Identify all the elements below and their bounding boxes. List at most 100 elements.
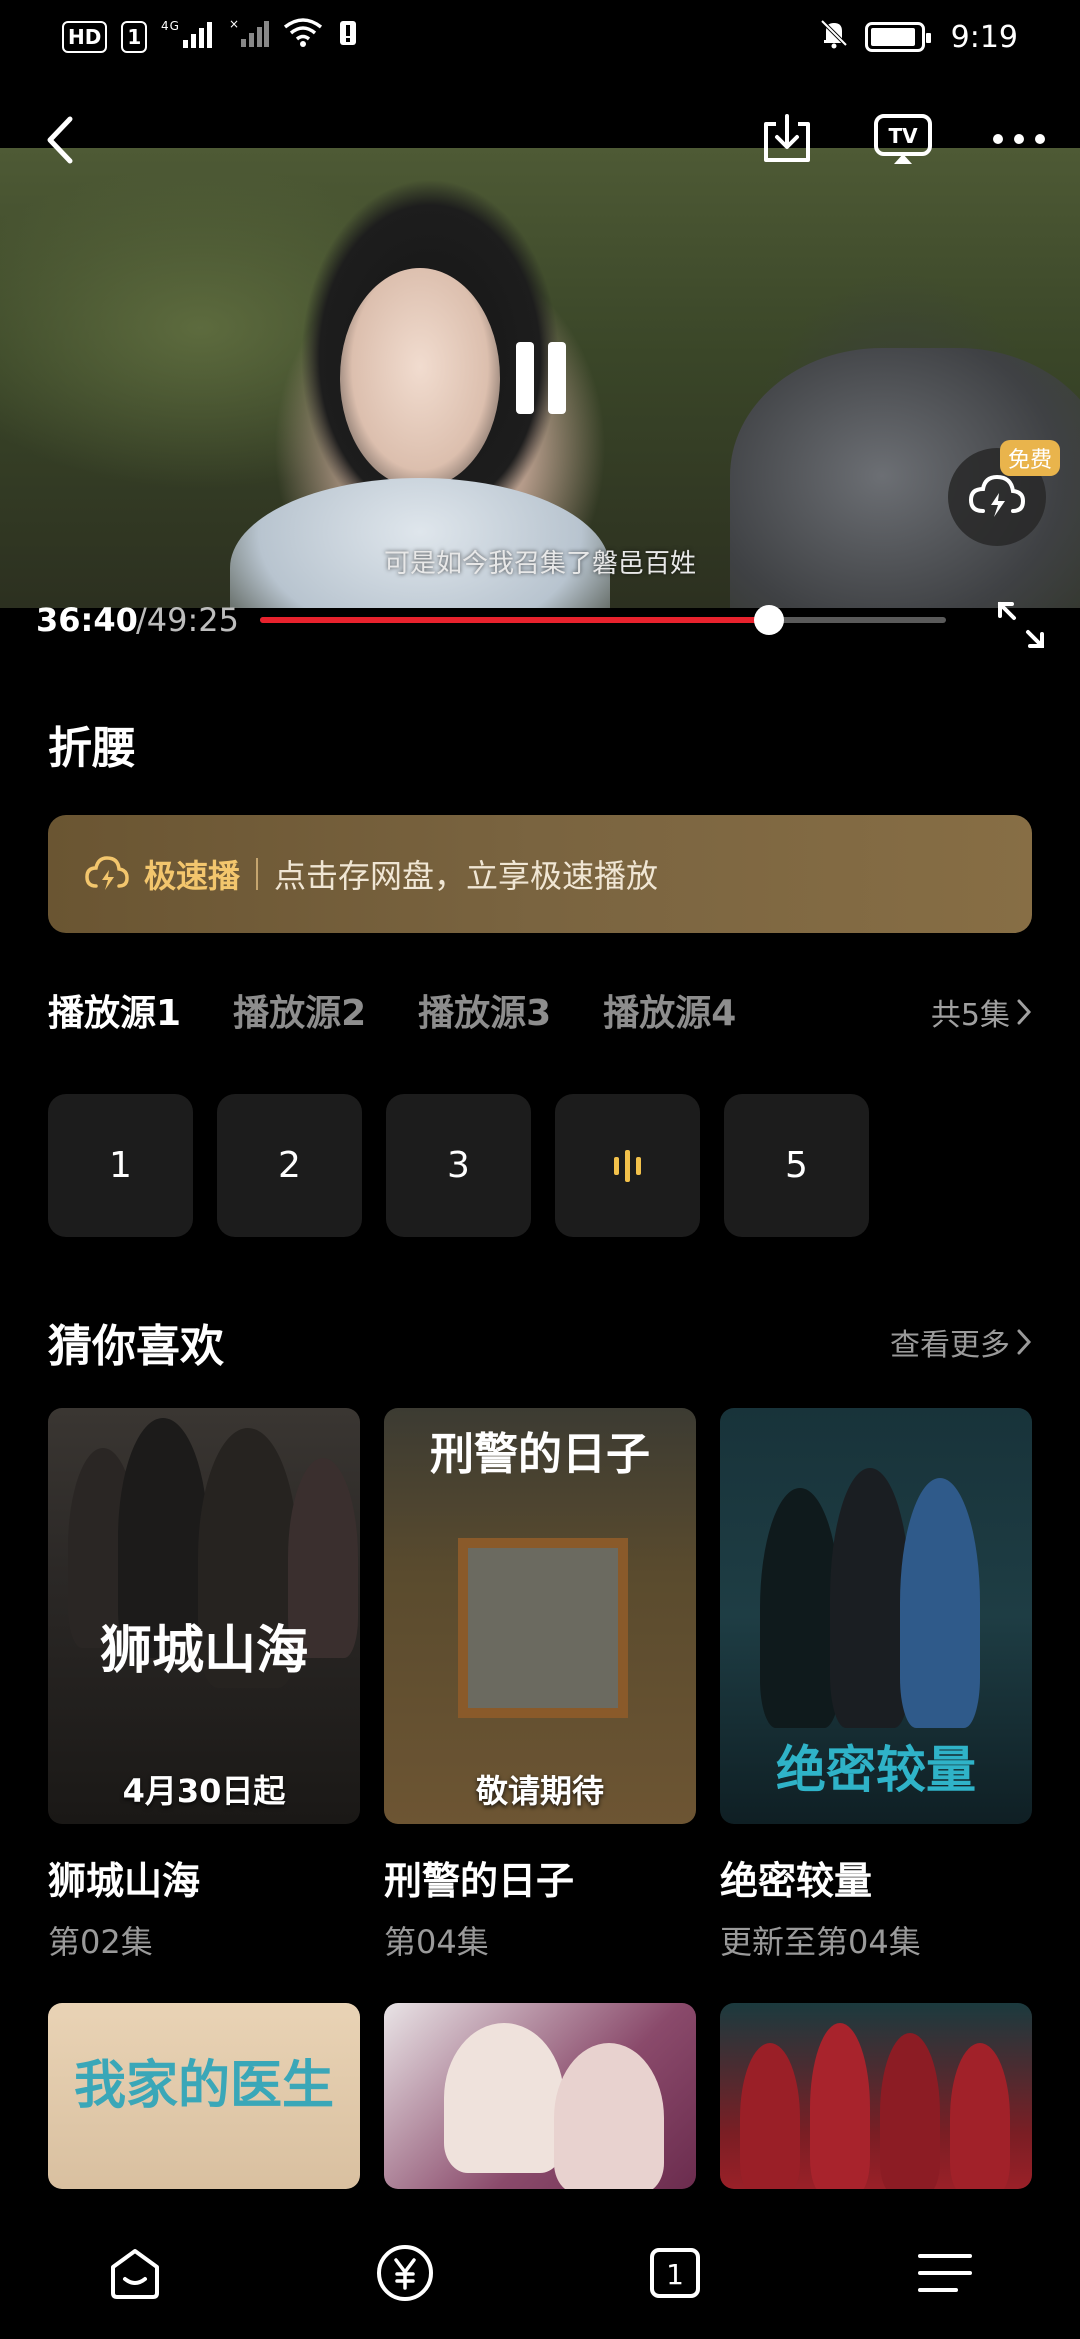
poster-image: 刑警的日子 敬请期待 <box>384 1408 696 1824</box>
episode-button-playing[interactable] <box>555 1094 700 1237</box>
battery-icon <box>864 22 931 52</box>
recommend-header: 猜你喜欢 查看更多 <box>48 1310 1032 1374</box>
see-more-link[interactable]: 查看更多 <box>890 1320 1032 1364</box>
bell-muted-icon <box>817 16 851 58</box>
banner-text: 点击存网盘，立享极速播放 <box>274 857 659 895</box>
progress-row: 36:40 /49:25 <box>0 596 1080 648</box>
card-title: 刑警的日子 <box>384 1859 575 1903</box>
tab-source-3[interactable]: 播放源3 <box>418 984 551 1036</box>
episode-button[interactable]: 1 <box>48 1094 193 1237</box>
cast-tv-button[interactable]: TV <box>872 108 934 170</box>
nav-coin-button[interactable] <box>370 2238 440 2308</box>
chevron-right-icon <box>1017 999 1032 1025</box>
tab-count-icon: 1 <box>650 2248 700 2298</box>
download-icon <box>764 114 810 162</box>
cloud-lightning-icon <box>85 856 129 890</box>
nav-menu-button[interactable] <box>910 2238 980 2308</box>
speed-play-banner[interactable]: 极速播 点击存网盘，立享极速播放 <box>48 815 1032 933</box>
recommend-card[interactable] <box>720 2003 1032 2189</box>
card-subtitle: 第02集 <box>48 1923 153 1961</box>
recommend-card[interactable]: 我家的医生 <box>48 2003 360 2189</box>
poster-image: 绝密较量 <box>720 1408 1032 1824</box>
poster-logo: 刑警的日子 <box>430 1429 650 1480</box>
tab-source-2[interactable]: 播放源2 <box>233 984 366 1036</box>
svg-text:1: 1 <box>666 2258 684 2291</box>
recommend-card[interactable]: 绝密较量 绝密较量 更新至第04集 <box>720 1408 1032 1963</box>
bottom-nav: 1 <box>0 2190 1080 2339</box>
wifi-icon <box>283 17 323 57</box>
pause-icon <box>516 342 534 414</box>
tv-cast-icon: TV <box>874 114 932 164</box>
svg-text:×: × <box>229 17 239 31</box>
see-more-label: 查看更多 <box>890 1328 1010 1363</box>
poster-image <box>384 2003 696 2189</box>
status-right: 9:19 <box>817 16 1018 58</box>
fullscreen-button[interactable] <box>992 596 1050 654</box>
more-button[interactable] <box>988 108 1050 170</box>
video-frame-face <box>340 268 500 488</box>
poster-image: 我家的医生 <box>48 2003 360 2189</box>
episode-count-label: 共5集 <box>930 998 1010 1033</box>
poster-caption: 敬请期待 <box>475 1772 604 1810</box>
clock: 9:19 <box>950 19 1018 55</box>
home-icon <box>111 2249 159 2299</box>
signal-off-icon: × <box>229 17 270 57</box>
status-left: HD 1 4G × <box>62 17 359 57</box>
card-title: 狮城山海 <box>48 1859 201 1903</box>
recommend-card[interactable] <box>384 2003 696 2189</box>
player-actions: TV <box>756 108 1050 170</box>
poster-logo: 狮城山海 <box>99 1620 308 1681</box>
episode-button[interactable]: 3 <box>386 1094 531 1237</box>
total-time: /49:25 <box>136 601 239 639</box>
card-subtitle: 更新至第04集 <box>720 1923 921 1961</box>
recommend-title: 猜你喜欢 <box>48 1321 224 1372</box>
free-badge: 免费 <box>1000 440 1061 476</box>
episode-button[interactable]: 2 <box>217 1094 362 1237</box>
menu-icon <box>918 2254 972 2292</box>
signal-4g-icon: 4G <box>161 18 215 56</box>
source-tabs: 播放源1 播放源2 播放源3 播放源4 共5集 <box>48 980 1032 1040</box>
pause-button[interactable] <box>508 342 574 414</box>
progress-track[interactable] <box>260 605 946 635</box>
episode-button[interactable]: 5 <box>724 1094 869 1237</box>
progress-thumb[interactable] <box>754 605 784 635</box>
yen-coin-icon <box>377 2245 433 2301</box>
nav-home-button[interactable] <box>100 2238 170 2308</box>
tab-source-4[interactable]: 播放源4 <box>603 984 736 1036</box>
video-subtitle: 可是如今我召集了磐邑百姓 <box>383 549 696 579</box>
current-time: 36:40 <box>36 601 138 639</box>
status-bar: HD 1 4G × 9:19 <box>0 0 1080 74</box>
recommend-card[interactable]: 刑警的日子 敬请期待 刑警的日子 第04集 <box>384 1408 696 1963</box>
banner-divider <box>256 858 259 890</box>
drama-title: 折腰 <box>48 723 136 774</box>
episode-count-link[interactable]: 共5集 <box>910 990 1032 1034</box>
player-top-bar: TV <box>0 100 1080 180</box>
playing-equalizer-icon <box>614 1149 641 1182</box>
poster-logo: 绝密较量 <box>776 1740 976 1799</box>
more-dots-icon <box>993 134 1045 144</box>
poster-image <box>720 2003 1032 2189</box>
progress-fill <box>260 617 769 623</box>
recommend-grid: 狮城山海 4月30日起 狮城山海 第02集 刑警的日子 敬请期待 刑警的日子 第… <box>48 1408 1032 2189</box>
poster-image: 狮城山海 4月30日起 <box>48 1408 360 1824</box>
recommend-card[interactable]: 狮城山海 4月30日起 狮城山海 第02集 <box>48 1408 360 1963</box>
cloud-lightning-icon <box>968 474 1026 517</box>
poster-logo: 我家的医生 <box>73 2055 334 2116</box>
card-title: 绝密较量 <box>720 1859 873 1903</box>
nav-tabs-button[interactable]: 1 <box>640 2238 710 2308</box>
alert-icon <box>337 17 359 57</box>
poster-frame <box>458 1538 628 1718</box>
download-button[interactable] <box>756 108 818 170</box>
sim-badge: 1 <box>121 21 148 53</box>
fullscreen-icon <box>998 602 1044 648</box>
svg-text:TV: TV <box>888 124 918 148</box>
episode-list: 1 2 3 5 <box>48 1094 869 1237</box>
chevron-left-icon <box>47 116 73 164</box>
card-subtitle: 第04集 <box>384 1923 489 1961</box>
poster-caption: 4月30日起 <box>122 1772 286 1810</box>
svg-text:4G: 4G <box>161 19 180 33</box>
banner-label: 极速播 <box>144 857 241 895</box>
tab-source-1[interactable]: 播放源1 <box>48 984 181 1036</box>
hd-badge: HD <box>62 21 108 53</box>
back-button[interactable] <box>30 110 90 170</box>
